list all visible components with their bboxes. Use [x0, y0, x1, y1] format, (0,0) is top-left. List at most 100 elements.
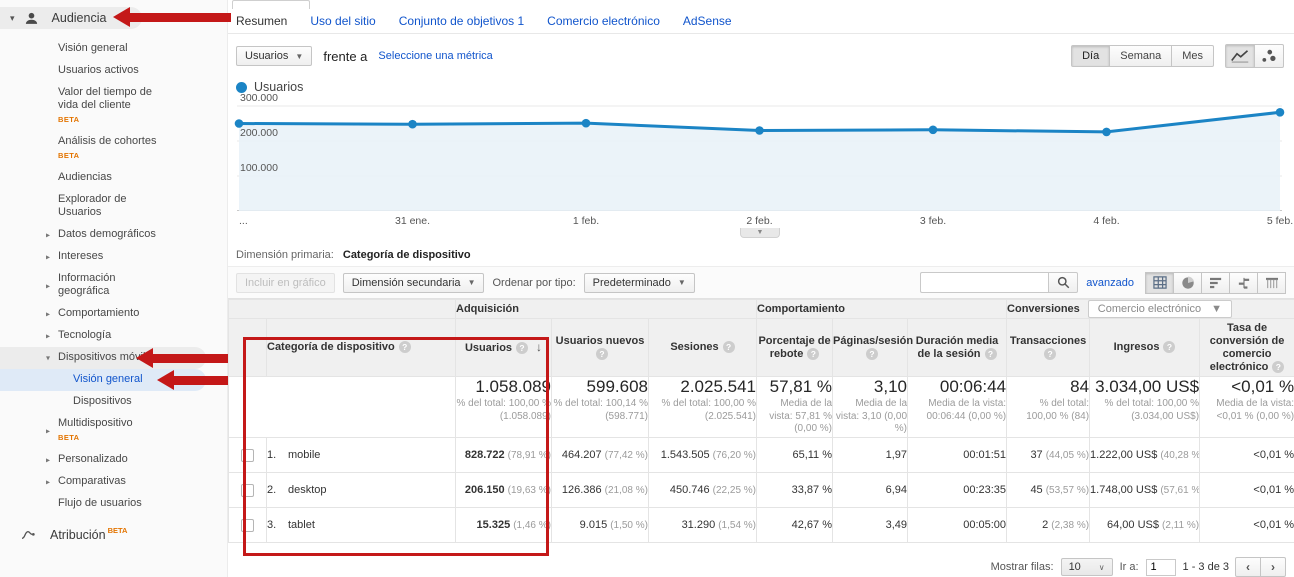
row-checkbox[interactable] [241, 519, 254, 532]
metric-percent: (1,50 %) [610, 520, 648, 531]
row-checkbox[interactable] [241, 484, 254, 497]
metric-selector-dropdown[interactable]: Usuarios ▼ [236, 46, 312, 66]
sidebar-item-label: Análisis de cohortes [58, 135, 156, 148]
sidebar-item-audiencias[interactable]: Audiencias [0, 167, 206, 189]
motion-chart-view-button[interactable] [1254, 44, 1284, 68]
line-chart-view-button[interactable] [1225, 44, 1255, 68]
sidebar-item-usuarios-activos[interactable]: Usuarios activos [0, 60, 206, 82]
sidebar-item-tecnolog-a[interactable]: ▸Tecnología [0, 325, 206, 347]
primary-dimension-value[interactable]: Categoría de dispositivo [343, 249, 471, 261]
tab-conjunto-de-objetivos-1[interactable]: Conjunto de objetivos 1 [399, 14, 524, 28]
percentage-view-button[interactable] [1173, 272, 1202, 294]
tab-resumen[interactable]: Resumen [236, 14, 287, 28]
column-header-p-ginas-sesi-n[interactable]: Páginas/sesión? [833, 319, 908, 377]
sidebar-item-datos-demogr-ficos[interactable]: ▸ Datos demográficos [0, 224, 206, 246]
column-header-transacciones[interactable]: Transacciones? [1007, 319, 1090, 377]
sidebar-item-multidispositivo[interactable]: ▸MultidispositivoBETA [0, 413, 206, 449]
sidebar-item-dispositivos[interactable]: Dispositivos [0, 391, 206, 413]
total-value: 1.058.089 [456, 377, 551, 397]
sidebar-item-dispositivos-m-viles[interactable]: ▾Dispositivos móviles [0, 347, 206, 369]
chevron-right-icon: ▸ [46, 229, 50, 242]
rows-per-page-select[interactable]: 10 ∨ [1061, 558, 1113, 576]
granularity-d-a[interactable]: Día [1071, 45, 1110, 67]
column-header-duraci-n-media-de-la-sesi-n[interactable]: Duración media de la sesión? [908, 319, 1007, 377]
search-input[interactable] [920, 272, 1048, 293]
row-checkbox[interactable] [241, 449, 254, 462]
metric-value: 3,49 [886, 519, 907, 531]
pivot-view-button[interactable] [1257, 272, 1286, 294]
prev-page-button[interactable]: ‹ [1235, 557, 1261, 577]
granularity-semana[interactable]: Semana [1109, 45, 1172, 67]
sidebar-item-atribucion[interactable]: Atribución BETA [0, 527, 227, 543]
goto-page-input[interactable] [1146, 559, 1176, 576]
sidebar-item-label: Dispositivos móviles [58, 351, 157, 364]
column-header-ingresos[interactable]: Ingresos? [1090, 319, 1200, 377]
next-page-button[interactable]: › [1260, 557, 1286, 577]
total-value: <0,01 % [1200, 377, 1294, 397]
metric-value: 42,67 % [792, 519, 832, 531]
secondary-dimension-dropdown[interactable]: Dimensión secundaria ▼ [343, 273, 485, 293]
metric-value: 1.748,00 US$ [1090, 484, 1157, 496]
search-button[interactable] [1048, 272, 1078, 293]
column-header-porcentaje-de-rebote[interactable]: Porcentaje de rebote? [757, 319, 833, 377]
metric-percent: (76,20 %) [713, 450, 756, 461]
help-icon[interactable]: ? [866, 348, 878, 360]
sidebar-section-audiencia[interactable]: ▾ Audiencia [0, 7, 142, 29]
chevron-right-icon: ▸ [46, 308, 50, 321]
tab-stub[interactable] [232, 0, 310, 9]
column-header-usuarios[interactable]: Usuarios?↓ [456, 319, 552, 377]
sidebar-item-flujo-de-usuarios[interactable]: Flujo de usuarios [0, 493, 206, 515]
metric-percent: (1,54 %) [718, 520, 756, 531]
select-metric-link[interactable]: Seleccione una métrica [378, 50, 492, 62]
chevron-down-icon: ▾ [10, 13, 15, 24]
sort-type-label: Ordenar por tipo: [492, 277, 575, 289]
column-header-label: Usuarios [465, 342, 512, 354]
comparison-view-button[interactable] [1229, 272, 1258, 294]
column-header-usuarios-nuevos[interactable]: Usuarios nuevos? [552, 319, 649, 377]
goto-label: Ir a: [1120, 561, 1139, 573]
column-header-sesiones[interactable]: Sesiones? [649, 319, 757, 377]
help-icon[interactable]: ? [723, 341, 735, 353]
sidebar-item-an-lisis-de-cohortes[interactable]: Análisis de cohortesBETA [0, 131, 206, 167]
metric-cell-duraci-n-media-de-la-sesi-n: 00:01:51 [908, 438, 1007, 473]
metric-cell-usuarios-nuevos: 464.207(77,42 %) [552, 438, 649, 473]
sort-type-dropdown[interactable]: Predeterminado ▼ [584, 273, 695, 293]
tab-adsense[interactable]: AdSense [683, 14, 732, 28]
metric-value: 450.746 [670, 484, 710, 496]
help-icon[interactable]: ? [1044, 348, 1056, 360]
table-view-button[interactable] [1145, 272, 1174, 294]
advanced-link[interactable]: avanzado [1086, 277, 1134, 289]
help-icon[interactable]: ? [596, 348, 608, 360]
conversions-type-dropdown[interactable]: Comercio electrónico▼ [1088, 300, 1232, 318]
sidebar-item-label: Multidispositivo [58, 417, 133, 430]
help-icon[interactable]: ? [807, 348, 819, 360]
sidebar-item-visi-n-general[interactable]: Visión general [0, 369, 206, 391]
sidebar-item-informaci-n-geogr-fica[interactable]: ▸Información geográfica [0, 268, 206, 303]
group-header-comportamiento: Comportamiento [757, 300, 1007, 319]
sidebar-item-label: Datos demográficos [58, 228, 156, 241]
sidebar-item-explorador-de-usuarios[interactable]: Explorador de Usuarios [0, 189, 206, 224]
help-icon[interactable]: ? [1272, 361, 1284, 373]
sidebar-item-visi-n-general[interactable]: Visión general [0, 38, 206, 60]
total-usuarios-nuevos: 599.608% del total: 100,14 % (598.771) [552, 377, 649, 438]
column-header-tasa-de-conversi-n-de-comercio-electr-nico[interactable]: Tasa de conversión de comercio electróni… [1200, 319, 1294, 377]
metric-value: 00:01:51 [963, 449, 1006, 461]
metric-cell-porcentaje-de-rebote: 65,11 % [757, 438, 833, 473]
help-icon[interactable]: ? [1163, 341, 1175, 353]
annotations-drawer-handle[interactable]: ▼ [740, 228, 780, 238]
tab-uso-del-sitio[interactable]: Uso del sitio [310, 14, 375, 28]
column-header-categor-a-de-dispositivo[interactable]: Categoría de dispositivo? [267, 319, 456, 377]
tab-comercio-electr-nico[interactable]: Comercio electrónico [547, 14, 660, 28]
sidebar-item-valor-del-tiempo-de-vida-del-cliente[interactable]: Valor del tiempo de vida del clienteBETA [0, 82, 206, 131]
help-icon[interactable]: ? [516, 342, 528, 354]
main-content: Resumen Uso del sitio Conjunto de objetivo… [228, 0, 1294, 577]
help-icon[interactable]: ? [399, 341, 411, 353]
sidebar-item-personalizado[interactable]: ▸Personalizado [0, 449, 206, 471]
sidebar-item-comportamiento[interactable]: ▸Comportamiento [0, 303, 206, 325]
performance-view-button[interactable] [1201, 272, 1230, 294]
help-icon[interactable]: ? [985, 348, 997, 360]
sidebar-item-intereses[interactable]: ▸Intereses [0, 246, 206, 268]
sidebar-item-comparativas[interactable]: ▸Comparativas [0, 471, 206, 493]
x-axis-label: 5 feb. [1267, 215, 1293, 227]
granularity-mes[interactable]: Mes [1171, 45, 1214, 67]
